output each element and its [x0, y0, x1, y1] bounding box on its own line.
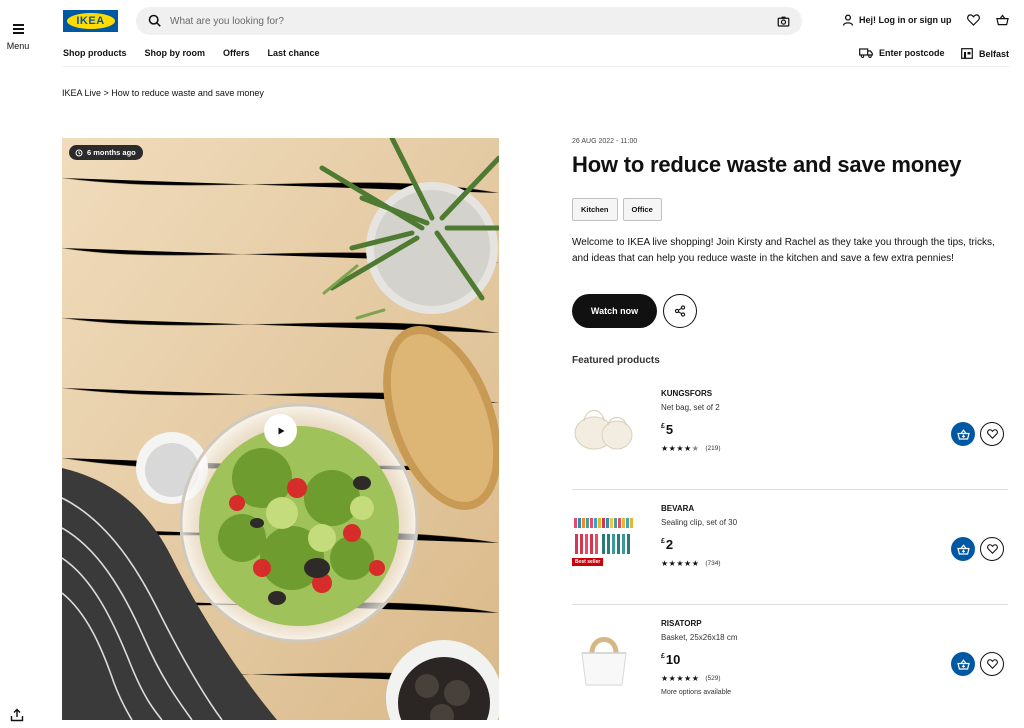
review-count: (734) [705, 560, 721, 567]
share-button[interactable] [663, 294, 697, 328]
event-datetime: 26 AUG 2022 - 11:00 [572, 138, 638, 145]
menu-label: Menu [6, 40, 30, 51]
search-input[interactable] [170, 15, 777, 27]
add-to-cart-button[interactable] [951, 652, 975, 676]
replay-icon [75, 149, 83, 156]
product-price: £2 [661, 537, 674, 552]
store-icon [961, 48, 973, 59]
heart-icon [986, 659, 998, 669]
nav-last-chance[interactable]: Last chance [268, 48, 320, 58]
product-name[interactable]: RISATORP [661, 619, 702, 628]
breadcrumb[interactable]: IKEA Live > How to reduce waste and save… [62, 88, 264, 98]
search-bar[interactable] [136, 7, 802, 35]
product-rating: ★ ★ ★ ★ ★ (734) [661, 559, 721, 568]
upload-icon[interactable] [10, 708, 24, 722]
product-description: Basket, 25x26x18 cm [661, 633, 738, 642]
store-button[interactable]: Belfast [961, 48, 1009, 59]
play-button[interactable] [264, 414, 297, 447]
logo-text: IKEA [76, 15, 105, 27]
star-rating: ★ ★ ★ ★ ★ [661, 444, 699, 453]
product-rating: ★ ★ ★ ★ ★ (219) [661, 444, 721, 453]
menu-button[interactable]: Menu [0, 18, 36, 51]
video-player[interactable]: 6 months ago [62, 138, 499, 720]
search-icon [148, 14, 161, 27]
postcode-button[interactable]: Enter postcode [859, 48, 945, 58]
user-icon [842, 14, 854, 26]
product-card-risatorp[interactable]: RISATORP Basket, 25x26x18 cm £10 ★ ★ ★ ★ ★ (… [572, 605, 1008, 720]
camera-icon[interactable] [777, 15, 790, 28]
favourite-button[interactable] [980, 537, 1004, 561]
postcode-label: Enter postcode [879, 48, 945, 58]
featured-heading: Featured products [572, 355, 660, 366]
product-card-bevara[interactable]: Best seller BEVARA Sealing clip, set of … [572, 490, 1008, 605]
product-description: Sealing clip, set of 30 [661, 518, 738, 527]
tag-kitchen[interactable]: Kitchen [572, 198, 618, 221]
header-divider [63, 66, 1009, 67]
basket-add-icon [956, 543, 970, 555]
add-to-cart-button[interactable] [951, 537, 975, 561]
hamburger-icon [12, 24, 24, 34]
best-seller-badge: Best seller [572, 558, 604, 566]
star-rating: ★ ★ ★ ★ ★ [661, 674, 699, 683]
net-bag-image [574, 409, 633, 450]
add-to-cart-button[interactable] [951, 422, 975, 446]
tag-list: Kitchen Office [572, 198, 1008, 221]
login-link[interactable]: Hej! Log in or sign up [842, 14, 952, 26]
product-rating: ★ ★ ★ ★ ★ (529) [661, 674, 721, 683]
event-description: Welcome to IKEA live shopping! Join Kirs… [572, 237, 995, 264]
main-nav: Shop products Shop by room Offers Last c… [63, 48, 338, 58]
star-rating: ★ ★ ★ ★ ★ [661, 559, 699, 568]
product-description: Net bag, set of 2 [661, 403, 720, 412]
event-info: 26 AUG 2022 - 11:00 How to reduce waste … [572, 138, 1008, 366]
time-badge-label: 6 months ago [87, 148, 136, 157]
nav-shop-by-room[interactable]: Shop by room [145, 48, 206, 58]
basket-image [581, 637, 627, 686]
heart-icon [986, 429, 998, 439]
heart-icon [986, 544, 998, 554]
ikea-logo[interactable]: IKEA [63, 10, 118, 32]
event-actions: Watch now [572, 294, 1008, 328]
page-title: How to reduce waste and save money [572, 152, 962, 177]
favourites-icon[interactable] [967, 14, 980, 26]
product-name[interactable]: KUNGSFORS [661, 389, 712, 398]
favourite-button[interactable] [980, 652, 1004, 676]
product-price: £5 [661, 422, 674, 437]
review-count: (529) [705, 675, 721, 682]
store-label: Belfast [979, 48, 1010, 59]
basket-icon[interactable] [996, 14, 1009, 26]
login-label: Hej! Log in or sign up [859, 15, 952, 25]
basket-add-icon [956, 658, 970, 670]
play-icon [278, 427, 284, 434]
share-icon [674, 305, 686, 317]
nav-shop-products[interactable]: Shop products [63, 48, 127, 58]
time-badge: 6 months ago [69, 145, 143, 160]
product-card-kungsfors[interactable]: KUNGSFORS Net bag, set of 2 £5 ★ ★ ★ ★ ★ (21… [572, 375, 1008, 490]
favourite-button[interactable] [980, 422, 1004, 446]
more-options-link[interactable]: More options available [661, 689, 731, 696]
product-name[interactable]: BEVARA [661, 504, 694, 513]
nav-offers[interactable]: Offers [223, 48, 250, 58]
watch-now-button[interactable]: Watch now [572, 294, 657, 328]
truck-icon [859, 48, 873, 58]
review-count: (219) [705, 445, 721, 452]
tag-office[interactable]: Office [622, 198, 662, 221]
basket-add-icon [956, 428, 970, 440]
product-price: £10 [661, 652, 681, 667]
